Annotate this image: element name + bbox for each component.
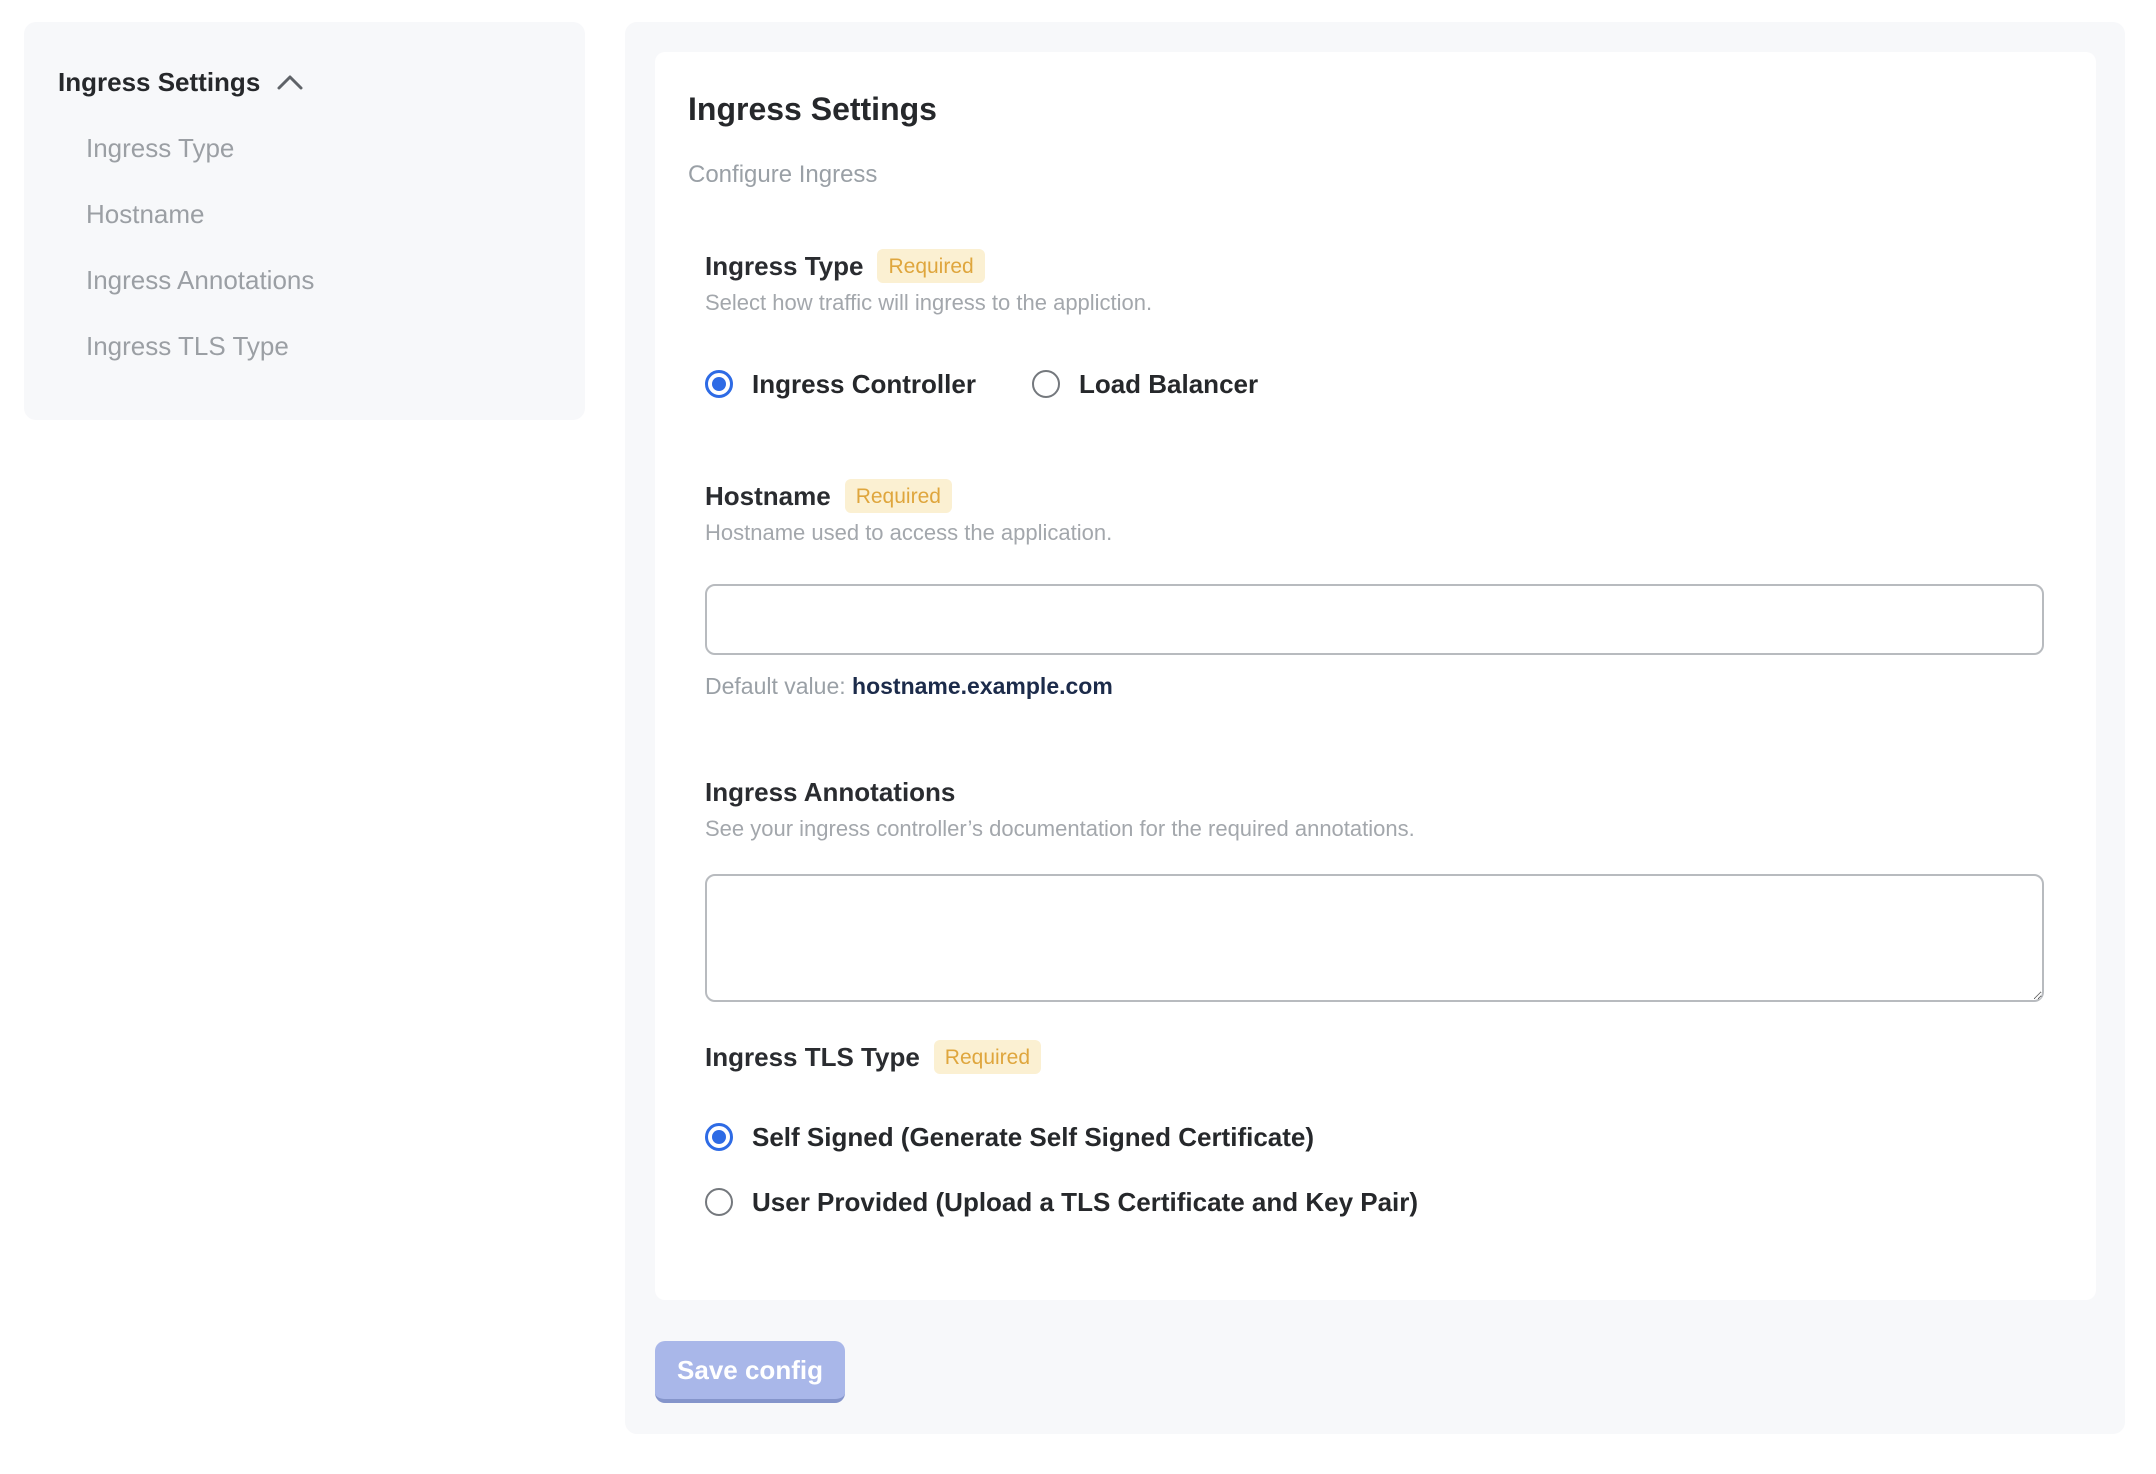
radio-option-load-balancer[interactable]: Load Balancer [1031, 367, 1259, 401]
radio-option-ingress-controller[interactable]: Ingress Controller [705, 367, 976, 401]
sidebar-section-header[interactable]: Ingress Settings [58, 67, 555, 98]
radio-option-label: Load Balancer [1078, 369, 1259, 399]
radio-selected-icon [705, 1123, 733, 1151]
section-ingress-tls-type: Ingress TLS Type Required Self Signed (G… [705, 1040, 2046, 1219]
form-sections: Ingress Type Required Select how traffic… [705, 249, 2046, 1219]
ingress-type-label: Ingress Type [705, 251, 864, 281]
sidebar-item-ingress-tls-type[interactable]: Ingress TLS Type [86, 333, 555, 359]
ingress-tls-radio-group: Self Signed (Generate Self Signed Certif… [705, 1120, 2046, 1219]
required-badge: Required [933, 1040, 1042, 1074]
radio-option-self-signed[interactable]: Self Signed (Generate Self Signed Certif… [705, 1120, 2046, 1154]
ingress-type-radio-group: Ingress Controller Load Balancer [705, 367, 2046, 401]
required-badge: Required [877, 249, 985, 283]
radio-option-label: Ingress Controller [752, 369, 976, 399]
section-ingress-type: Ingress Type Required Select how traffic… [705, 249, 2046, 401]
required-badge: Required [844, 479, 952, 513]
hostname-label: Hostname [705, 481, 831, 511]
ingress-annotations-label: Ingress Annotations [705, 777, 956, 807]
save-config-button[interactable]: Save config [655, 1341, 845, 1403]
hostname-input[interactable] [705, 584, 2044, 655]
sidebar-item-list: Ingress Type Hostname Ingress Annotation… [86, 135, 555, 359]
ingress-tls-type-label: Ingress TLS Type [705, 1042, 920, 1072]
ingress-settings-sidebar: Ingress Settings Ingress Type Hostname I… [24, 22, 585, 420]
radio-option-label: Self Signed (Generate Self Signed Certif… [752, 1122, 1315, 1152]
section-hostname: Hostname Required Hostname used to acces… [705, 479, 2046, 700]
default-value-prefix: Default value: [705, 673, 853, 699]
ingress-type-helper: Select how traffic will ingress to the a… [705, 290, 1153, 315]
radio-selected-icon [705, 370, 733, 398]
save-row: Save config [655, 1341, 2095, 1403]
sidebar-item-ingress-type[interactable]: Ingress Type [86, 135, 555, 161]
radio-unselected-icon [705, 1188, 733, 1216]
radio-unselected-icon [1031, 370, 1060, 398]
ingress-settings-card: Ingress Settings Configure Ingress Ingre… [655, 52, 2096, 1300]
hostname-helper: Hostname used to access the application. [705, 520, 1113, 545]
page-subtitle: Configure Ingress [688, 161, 878, 188]
page-title: Ingress Settings [688, 91, 937, 127]
sidebar-section-title: Ingress Settings [58, 67, 261, 97]
radio-option-user-provided[interactable]: User Provided (Upload a TLS Certificate … [705, 1185, 2046, 1219]
sidebar-item-ingress-annotations[interactable]: Ingress Annotations [86, 267, 555, 293]
section-ingress-annotations: Ingress Annotations See your ingress con… [705, 775, 2046, 1002]
ingress-settings-panel: Ingress Settings Configure Ingress Ingre… [625, 22, 2125, 1434]
hostname-default-line: Default value: hostname.example.com [705, 672, 2046, 700]
ingress-annotations-textarea[interactable] [705, 874, 2044, 1002]
sidebar-item-hostname[interactable]: Hostname [86, 201, 555, 227]
chevron-up-icon [276, 67, 304, 98]
ingress-annotations-helper: See your ingress controller’s documentat… [705, 816, 1415, 841]
default-value-text: hostname.example.com [852, 673, 1113, 699]
radio-option-label: User Provided (Upload a TLS Certificate … [752, 1187, 1419, 1217]
